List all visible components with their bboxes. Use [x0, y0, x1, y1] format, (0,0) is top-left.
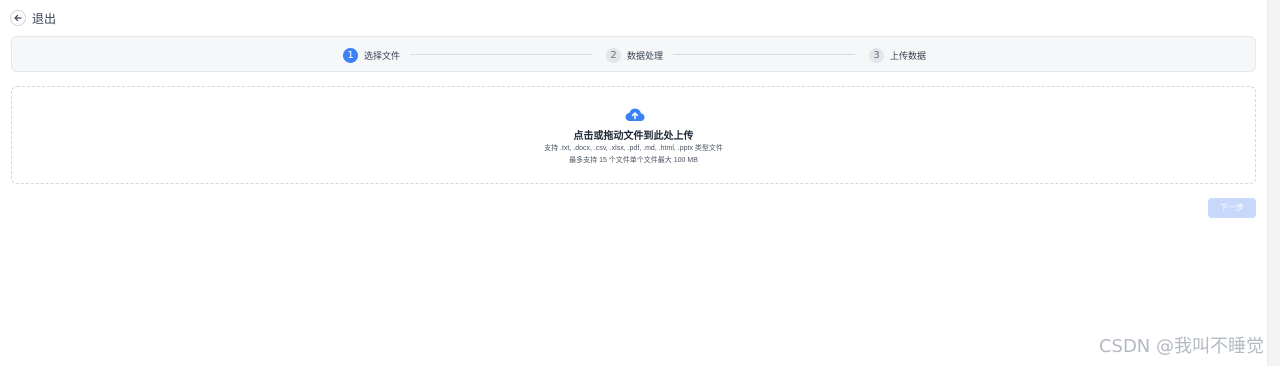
upload-title: 点击或拖动文件到此处上传: [573, 131, 694, 142]
exit-button[interactable]: 退出: [10, 8, 56, 28]
step-process-data: 2 数据处理: [606, 47, 663, 63]
step-connector: [410, 54, 592, 55]
step-number: 3: [869, 47, 884, 63]
watermark: CSDN @我叫不睡觉: [1098, 336, 1264, 357]
step-number: 1: [343, 47, 358, 63]
next-step-button[interactable]: 下一步: [1208, 198, 1256, 218]
file-limit-text: 最多支持 15 个文件单个文件最大 100 MB: [569, 157, 698, 164]
step-label: 数据处理: [627, 50, 664, 61]
steps-bar: 1 选择文件 2 数据处理 3 上传数据: [11, 36, 1256, 72]
upload-dropzone[interactable]: 点击或拖动文件到此处上传 支持 .txt, .docx, .csv, .xlsx…: [11, 86, 1256, 184]
step-number: 2: [606, 47, 621, 63]
arrow-left-icon: [10, 10, 26, 26]
step-upload-data: 3 上传数据: [869, 47, 926, 63]
step-label: 选择文件: [364, 50, 401, 61]
vertical-scrollbar[interactable]: [1267, 0, 1280, 366]
step-select-file: 1 选择文件: [343, 47, 400, 63]
supported-types-text: 支持 .txt, .docx, .csv, .xlsx, .pdf, .md, …: [544, 145, 723, 152]
step-connector: [673, 54, 855, 55]
exit-label: 退出: [32, 11, 57, 26]
step-label: 上传数据: [890, 50, 927, 61]
cloud-upload-icon: [625, 107, 645, 123]
upload-page: 退出 1 选择文件 2 数据处理 3 上传数据 点击或拖动文件到此处上传 支持 …: [0, 0, 1280, 366]
